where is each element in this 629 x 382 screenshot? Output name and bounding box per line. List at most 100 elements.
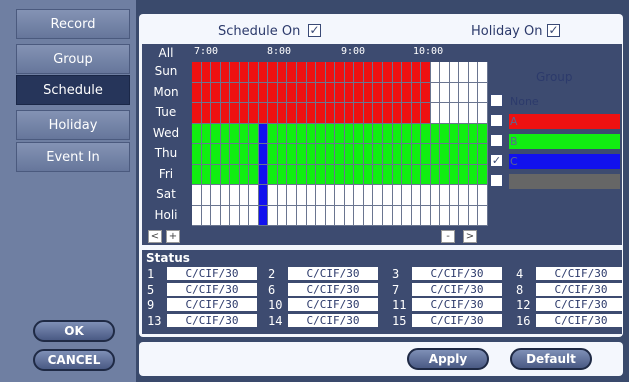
schedule-cell[interactable] [230, 144, 240, 165]
schedule-cell[interactable] [268, 103, 278, 124]
schedule-cell[interactable] [449, 82, 460, 103]
schedule-on-checkbox[interactable]: ✓ [308, 24, 321, 37]
schedule-cell[interactable] [363, 62, 374, 83]
schedule-cell[interactable] [297, 103, 307, 124]
schedule-cell[interactable] [249, 82, 259, 103]
schedule-cell[interactable] [258, 185, 269, 206]
schedule-cell[interactable] [287, 185, 298, 206]
schedule-cell[interactable] [430, 123, 441, 144]
schedule-cell[interactable] [192, 123, 202, 144]
schedule-cell[interactable] [449, 144, 460, 165]
cancel-button[interactable]: CANCEL [33, 349, 115, 371]
schedule-cell[interactable] [325, 185, 336, 206]
schedule-cell[interactable] [440, 82, 450, 103]
schedule-cell[interactable] [421, 82, 431, 103]
schedule-cell[interactable] [382, 185, 393, 206]
schedule-cell[interactable] [325, 103, 336, 124]
schedule-cell[interactable] [325, 144, 336, 165]
group-option-checkbox[interactable] [490, 94, 503, 107]
schedule-cell[interactable] [363, 103, 374, 124]
schedule-cell[interactable] [297, 164, 307, 185]
schedule-cell[interactable] [402, 185, 412, 206]
schedule-cell[interactable] [201, 123, 212, 144]
schedule-cell[interactable] [354, 123, 364, 144]
schedule-cell[interactable] [316, 123, 326, 144]
schedule-cell[interactable] [373, 123, 383, 144]
group-option-checkbox[interactable]: ✓ [490, 154, 503, 167]
schedule-cell[interactable] [316, 82, 326, 103]
day-label[interactable]: Mon [142, 85, 190, 99]
schedule-cell[interactable] [297, 123, 307, 144]
schedule-cell[interactable] [230, 103, 240, 124]
schedule-cell[interactable] [220, 185, 231, 206]
schedule-cell[interactable] [382, 82, 393, 103]
schedule-cell[interactable] [478, 205, 488, 226]
schedule-cell[interactable] [392, 144, 403, 165]
schedule-cell[interactable] [449, 205, 460, 226]
day-label[interactable]: Tue [142, 105, 190, 119]
schedule-cell[interactable] [258, 103, 269, 124]
schedule-cell[interactable] [440, 185, 450, 206]
schedule-cell[interactable] [335, 82, 345, 103]
schedule-cell[interactable] [316, 62, 326, 83]
schedule-cell[interactable] [211, 205, 221, 226]
schedule-cell[interactable] [239, 62, 250, 83]
schedule-cell[interactable] [430, 62, 441, 83]
sidebar-item-holiday[interactable]: Holiday [16, 110, 130, 140]
schedule-cell[interactable] [449, 103, 460, 124]
schedule-cell[interactable] [402, 144, 412, 165]
zoom-out-button[interactable]: - [441, 230, 455, 243]
schedule-cell[interactable] [277, 185, 288, 206]
schedule-cell[interactable] [382, 62, 393, 83]
schedule-cell[interactable] [220, 123, 231, 144]
schedule-cell[interactable] [363, 144, 374, 165]
schedule-cell[interactable] [287, 144, 298, 165]
schedule-cell[interactable] [297, 82, 307, 103]
schedule-cell[interactable] [325, 123, 336, 144]
schedule-cell[interactable] [306, 144, 317, 165]
schedule-cell[interactable] [268, 205, 278, 226]
schedule-cell[interactable] [354, 185, 364, 206]
apply-button[interactable]: Apply [407, 348, 489, 370]
select-all-label[interactable]: All [142, 46, 190, 60]
schedule-cell[interactable] [468, 123, 479, 144]
schedule-cell[interactable] [392, 82, 403, 103]
schedule-cell[interactable] [220, 62, 231, 83]
schedule-cell[interactable] [478, 144, 488, 165]
schedule-cell[interactable] [211, 185, 221, 206]
schedule-cell[interactable] [239, 185, 250, 206]
schedule-cell[interactable] [211, 164, 221, 185]
schedule-cell[interactable] [459, 62, 469, 83]
day-label[interactable]: Wed [142, 126, 190, 140]
schedule-cell[interactable] [459, 123, 469, 144]
schedule-cell[interactable] [382, 103, 393, 124]
schedule-cell[interactable] [268, 185, 278, 206]
schedule-cell[interactable] [287, 123, 298, 144]
schedule-cell[interactable] [287, 103, 298, 124]
schedule-cell[interactable] [306, 103, 317, 124]
schedule-cell[interactable] [249, 185, 259, 206]
schedule-cell[interactable] [468, 205, 479, 226]
schedule-cell[interactable] [239, 144, 250, 165]
schedule-cell[interactable] [411, 144, 422, 165]
schedule-cell[interactable] [402, 205, 412, 226]
schedule-cell[interactable] [239, 205, 250, 226]
schedule-cell[interactable] [392, 123, 403, 144]
schedule-cell[interactable] [468, 164, 479, 185]
schedule-cell[interactable] [239, 82, 250, 103]
schedule-cell[interactable] [421, 103, 431, 124]
schedule-cell[interactable] [201, 144, 212, 165]
schedule-cell[interactable] [211, 103, 221, 124]
schedule-cell[interactable] [258, 164, 269, 185]
schedule-cell[interactable] [287, 164, 298, 185]
schedule-cell[interactable] [459, 185, 469, 206]
schedule-cell[interactable] [449, 164, 460, 185]
schedule-cell[interactable] [287, 205, 298, 226]
holiday-on-checkbox[interactable]: ✓ [547, 24, 560, 37]
schedule-cell[interactable] [459, 82, 469, 103]
schedule-cell[interactable] [335, 144, 345, 165]
schedule-cell[interactable] [430, 82, 441, 103]
schedule-cell[interactable] [239, 103, 250, 124]
schedule-cell[interactable] [478, 123, 488, 144]
schedule-cell[interactable] [468, 62, 479, 83]
